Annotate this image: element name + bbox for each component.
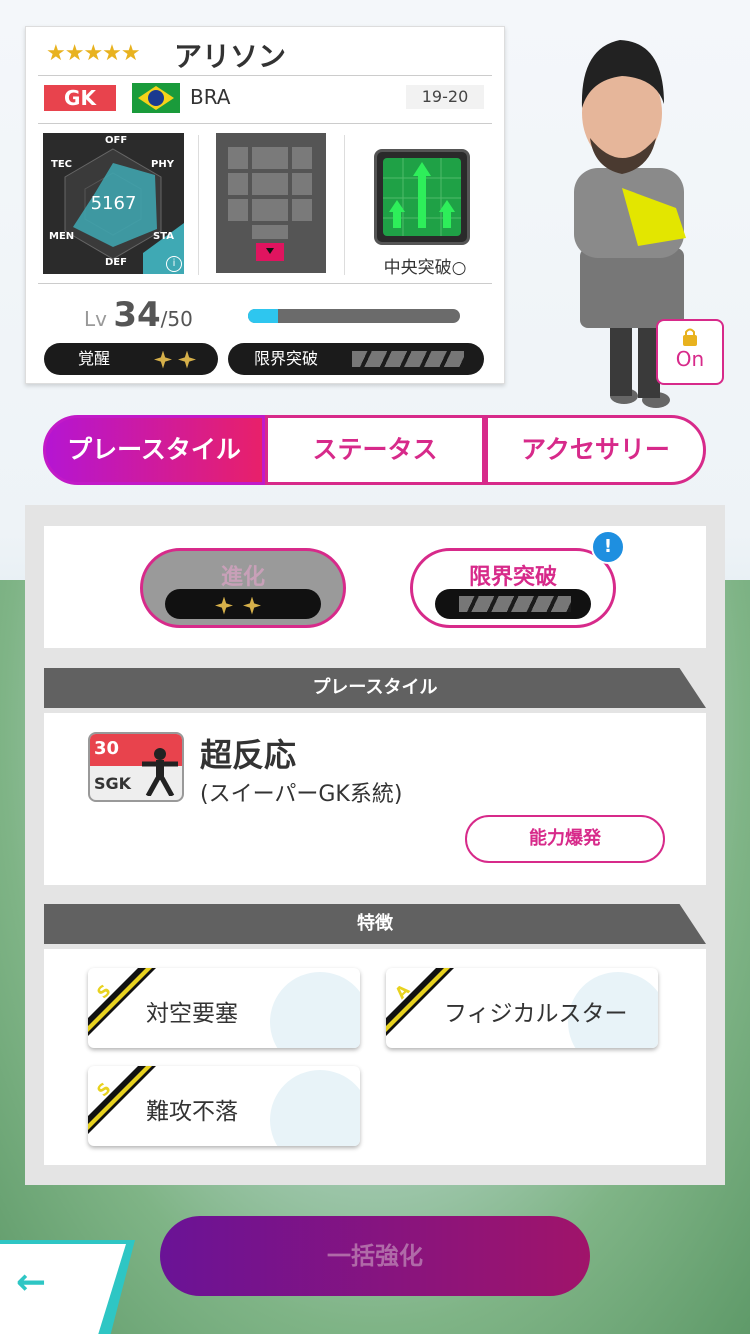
lock-label: On xyxy=(675,347,705,371)
divider xyxy=(198,135,199,275)
tab-status[interactable]: ステータス xyxy=(265,415,485,485)
radar-label-phy: PHY xyxy=(151,159,174,170)
stat-radar[interactable]: OFF PHY STA DEF MEN TEC 5167 i xyxy=(43,133,184,274)
section-header-features: 特徴 xyxy=(44,904,706,944)
star-icon xyxy=(243,596,261,615)
back-arrow-icon: ← xyxy=(16,1262,47,1303)
soccer-ball-icon xyxy=(270,1070,360,1146)
brazil-flag-icon xyxy=(132,83,180,113)
tactic-icon xyxy=(374,149,470,245)
level-display: Lv 34/50 xyxy=(84,295,193,335)
tactic-label: 中央突破○ xyxy=(383,258,467,278)
limit-break-gauge xyxy=(352,351,464,367)
overall-rating: 5167 xyxy=(90,193,137,214)
awakening-stars xyxy=(154,343,196,375)
feature-name: フィジカルスター xyxy=(444,1001,628,1027)
limit-break-title: 限界突破 xyxy=(468,565,557,590)
limit-break-gauge xyxy=(435,589,591,619)
star-icon xyxy=(215,596,233,615)
level-prefix: Lv xyxy=(84,307,107,331)
radar-label-men: MEN xyxy=(49,231,75,242)
bulk-enhance-button[interactable]: 一括強化 xyxy=(160,1216,590,1296)
level-value: 34 xyxy=(113,295,161,335)
limit-break-button[interactable]: 限界突破 xyxy=(410,548,616,628)
awakening-label: 覚醒 xyxy=(78,349,111,368)
player-card: ★★★★★ アリソン GK BRA 19-20 OFF PHY STA DEF … xyxy=(25,26,505,384)
level-max: /50 xyxy=(160,307,193,331)
goalkeeper-figure-icon xyxy=(142,748,178,796)
divider xyxy=(38,123,492,124)
playstyle-icon: 30 SGK xyxy=(88,732,184,802)
tab-playstyle[interactable]: プレースタイル xyxy=(43,415,265,485)
playstyle-name: 超反応 xyxy=(200,736,297,774)
soccer-ball-icon xyxy=(270,972,360,1048)
awakening-pill: 覚醒 xyxy=(44,343,218,375)
evolution-button[interactable]: 進化 xyxy=(140,548,346,628)
player-name: アリソン xyxy=(174,40,287,73)
playstyle-subtitle: (スイーパーGK系統) xyxy=(200,782,403,807)
lock-icon xyxy=(683,328,697,346)
divider xyxy=(38,75,492,76)
nationality: BRA xyxy=(190,85,231,109)
ability-burst-button[interactable]: 能力爆発 xyxy=(465,815,665,863)
evolution-gauge xyxy=(165,589,321,619)
radar-label-off: OFF xyxy=(105,135,128,146)
tab-bar: プレースタイル ステータス アクセサリー xyxy=(43,415,706,487)
info-icon[interactable]: i xyxy=(166,256,182,272)
notification-badge: ! xyxy=(591,530,625,564)
position-grid xyxy=(216,133,326,273)
rarity-stars: ★★★★★ xyxy=(46,41,141,66)
star-icon xyxy=(178,350,196,369)
exp-bar-fill xyxy=(248,309,278,323)
radar-label-def: DEF xyxy=(105,257,127,268)
feature-card[interactable]: S 対空要塞 xyxy=(88,968,360,1048)
playstyle-number: 30 xyxy=(94,738,120,759)
position-badge: GK xyxy=(44,85,116,111)
lock-toggle[interactable]: On xyxy=(656,319,724,385)
star-icon xyxy=(154,350,172,369)
season-badge: 19-20 xyxy=(406,85,484,109)
playstyle-code: SGK xyxy=(94,774,132,793)
radar-label-tec: TEC xyxy=(51,159,72,170)
exp-bar xyxy=(248,309,460,323)
feature-name: 難攻不落 xyxy=(146,1099,238,1125)
up-arrows-icon xyxy=(383,158,461,236)
tab-accessory[interactable]: アクセサリー xyxy=(485,415,706,485)
gk-position-marker xyxy=(256,243,284,261)
radar-label-sta: STA xyxy=(153,231,174,242)
limit-break-label: 限界突破 xyxy=(254,349,319,368)
divider xyxy=(38,283,492,284)
feature-card[interactable]: S 難攻不落 xyxy=(88,1066,360,1146)
section-header-playstyle: プレースタイル xyxy=(44,668,706,708)
feature-card[interactable]: A フィジカルスター xyxy=(386,968,658,1048)
limit-break-pill: 限界突破 xyxy=(228,343,484,375)
divider xyxy=(344,135,345,275)
feature-name: 対空要塞 xyxy=(146,1001,238,1027)
evolution-label: 進化 xyxy=(220,565,265,590)
